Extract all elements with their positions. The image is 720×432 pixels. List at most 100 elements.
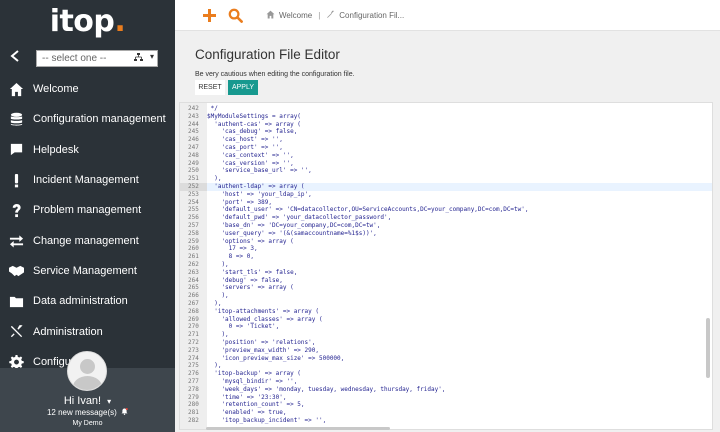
handshake-icon	[0, 263, 33, 278]
user-menu-toggle[interactable]: Hi Ivan! ▾	[0, 395, 175, 407]
code-line[interactable]: 242 */	[180, 105, 712, 113]
sidebar-item-configuration-management[interactable]: Configuration management	[0, 104, 175, 134]
line-number: 242	[188, 105, 199, 112]
code-line[interactable]: 253 'host' => 'your_ldap_ip',	[180, 191, 712, 199]
line-number: 255	[188, 206, 199, 214]
line-number: 270	[188, 323, 199, 331]
line-number: 245	[188, 128, 199, 136]
code-line[interactable]: 275 ),	[180, 362, 712, 370]
line-number: 269	[188, 315, 199, 323]
tools-icon	[0, 324, 33, 339]
code-line[interactable]: 245 'cas_debug' => false,	[180, 128, 712, 136]
wrench-icon	[326, 10, 339, 21]
line-text: ),	[207, 331, 229, 339]
line-text: 'mysql_bindir' => '',	[207, 378, 298, 385]
line-number: 277	[188, 378, 199, 385]
code-line[interactable]: 249 'cas_version' => '',	[180, 160, 712, 168]
code-line[interactable]: 262 ),	[180, 261, 712, 269]
apply-button[interactable]: APPLY	[228, 80, 258, 95]
line-text: 0 => 'Ticket',	[207, 323, 280, 331]
itop-logo[interactable]: itop.	[0, 0, 175, 42]
code-line[interactable]: 260 17 => 3,	[180, 245, 712, 253]
line-text: ),	[207, 175, 222, 183]
code-line[interactable]: 277 'mysql_bindir' => '',	[180, 378, 712, 386]
code-line[interactable]: 274 'icon_preview_max_size' => 500000,	[180, 355, 712, 363]
code-line[interactable]: 278 'week_days' => 'monday, tuesday, wed…	[180, 386, 712, 394]
sidebar-item-data-administration[interactable]: Data administration	[0, 286, 175, 316]
code-line[interactable]: 244 'authent-cas' => array (	[180, 121, 712, 129]
code-line[interactable]: 246 'cas_host' => '',	[180, 136, 712, 144]
code-line[interactable]: 259 'options' => array (	[180, 238, 712, 246]
search-icon[interactable]	[222, 8, 248, 23]
code-line[interactable]: 251 ),	[180, 175, 712, 183]
line-number: 246	[188, 136, 199, 144]
new-object-icon[interactable]	[196, 8, 222, 22]
warning-message: Be very cautious when editing the config…	[195, 71, 355, 78]
collapse-sidebar-icon[interactable]	[10, 49, 32, 67]
code-line[interactable]: 263 'start_tls' => false,	[180, 269, 712, 277]
code-line[interactable]: 243 $MyModuleSettings = array(	[180, 113, 712, 121]
code-line[interactable]: 267 ),	[180, 300, 712, 308]
code-line[interactable]: 270 0 => 'Ticket',	[180, 323, 712, 331]
user-organization: My Demo	[72, 420, 103, 427]
line-text: 'cas_host' => '',	[207, 136, 283, 144]
code-line[interactable]: 269 'allowed_classes' => array (	[180, 316, 712, 324]
code-line[interactable]: 264 'debug' => false,	[180, 277, 712, 285]
new-messages-link[interactable]: 12 new message(s)	[0, 408, 175, 417]
line-text: ),	[207, 261, 229, 268]
code-line[interactable]: 248 'cas_context' => '',	[180, 152, 712, 160]
code-line[interactable]: 247 'cas_port' => '',	[180, 144, 712, 152]
organization-select[interactable]: -- select one -- ▾	[36, 49, 158, 67]
code-line[interactable]: 272 'position' => 'relations',	[180, 339, 712, 347]
breadcrumb-item-configuration-file[interactable]: Configuration Fil...	[339, 11, 404, 20]
code-line[interactable]: 279 'time' => '23:30',	[180, 394, 712, 402]
sidebar-item-welcome[interactable]: Welcome	[0, 74, 175, 104]
code-line[interactable]: 261 8 => 0,	[180, 253, 712, 261]
breadcrumb-item-welcome[interactable]: Welcome	[279, 11, 312, 20]
code-line[interactable]: 250 'service_base_url' => '',	[180, 167, 712, 175]
code-line[interactable]: 268 'itop-attachments' => array (	[180, 308, 712, 316]
code-line[interactable]: 252 'authent-ldap' => array (	[180, 183, 712, 191]
line-number: 273	[188, 346, 199, 354]
sidebar-item-incident-management[interactable]: Incident Management	[0, 165, 175, 195]
code-line[interactable]: 276 'itop-backup' => array (	[180, 370, 712, 378]
sidebar-item-label: Service Management	[33, 264, 137, 277]
code-editor[interactable]: 242 */243 $MyModuleSettings = array(244 '…	[179, 102, 713, 430]
code-line[interactable]: 255 'default_user' => 'CN=datacollector,…	[180, 206, 712, 214]
line-number: 253	[188, 190, 199, 198]
line-number: 276	[188, 370, 199, 378]
vertical-scrollbar[interactable]	[706, 318, 710, 378]
code-line[interactable]: 282 'itop_backup_incident' => '',	[180, 417, 712, 425]
avatar[interactable]	[67, 351, 107, 391]
sidebar-item-label: Data administration	[33, 295, 128, 308]
code-line[interactable]: 266 ),	[180, 292, 712, 300]
code-line[interactable]: 280 'retention_count' => 5,	[180, 401, 712, 409]
line-text: 'service_base_url' => '',	[207, 167, 312, 175]
reset-button[interactable]: RESET	[195, 80, 225, 95]
breadcrumb-home-icon	[266, 10, 279, 21]
code-line[interactable]: 273 'preview_max_width' => 290,	[180, 347, 712, 355]
new-messages-count: 12 new message(s)	[46, 408, 117, 417]
code-line[interactable]: 271 ),	[180, 331, 712, 339]
horizontal-scrollbar[interactable]	[206, 427, 390, 430]
folder-icon	[0, 294, 33, 309]
code-line[interactable]: 258 'user_query' => '(&(samaccountname=%…	[180, 230, 712, 238]
line-text: 'port' => 389,	[207, 198, 273, 206]
line-text: ),	[207, 292, 229, 300]
top-bar: Welcome | Configuration Fil...	[175, 0, 720, 31]
code-line[interactable]: 265 'servers' => array (	[180, 284, 712, 292]
code-line[interactable]: 254 'port' => 389,	[180, 199, 712, 207]
sidebar-item-helpdesk[interactable]: Helpdesk	[0, 135, 175, 165]
breadcrumb: Welcome | Configuration Fil...	[266, 10, 404, 21]
sidebar-item-administration[interactable]: Administration	[0, 316, 175, 346]
code-line[interactable]: 257 'base_dn' => 'DC=your_company,DC=com…	[180, 222, 712, 230]
sidebar-item-service-management[interactable]: Service Management	[0, 256, 175, 286]
line-text: 17 => 3,	[207, 245, 258, 253]
line-number: 256	[188, 214, 199, 222]
code-line[interactable]: 256 'default_pwd' => 'your_datacollector…	[180, 214, 712, 222]
logo-dot: .	[114, 3, 126, 39]
sidebar-item-change-management[interactable]: Change management	[0, 225, 175, 255]
code-line[interactable]: 281 'enabled' => true,	[180, 409, 712, 417]
sidebar-item-label: Incident Management	[33, 174, 139, 187]
sidebar-item-problem-management[interactable]: Problem management	[0, 195, 175, 225]
